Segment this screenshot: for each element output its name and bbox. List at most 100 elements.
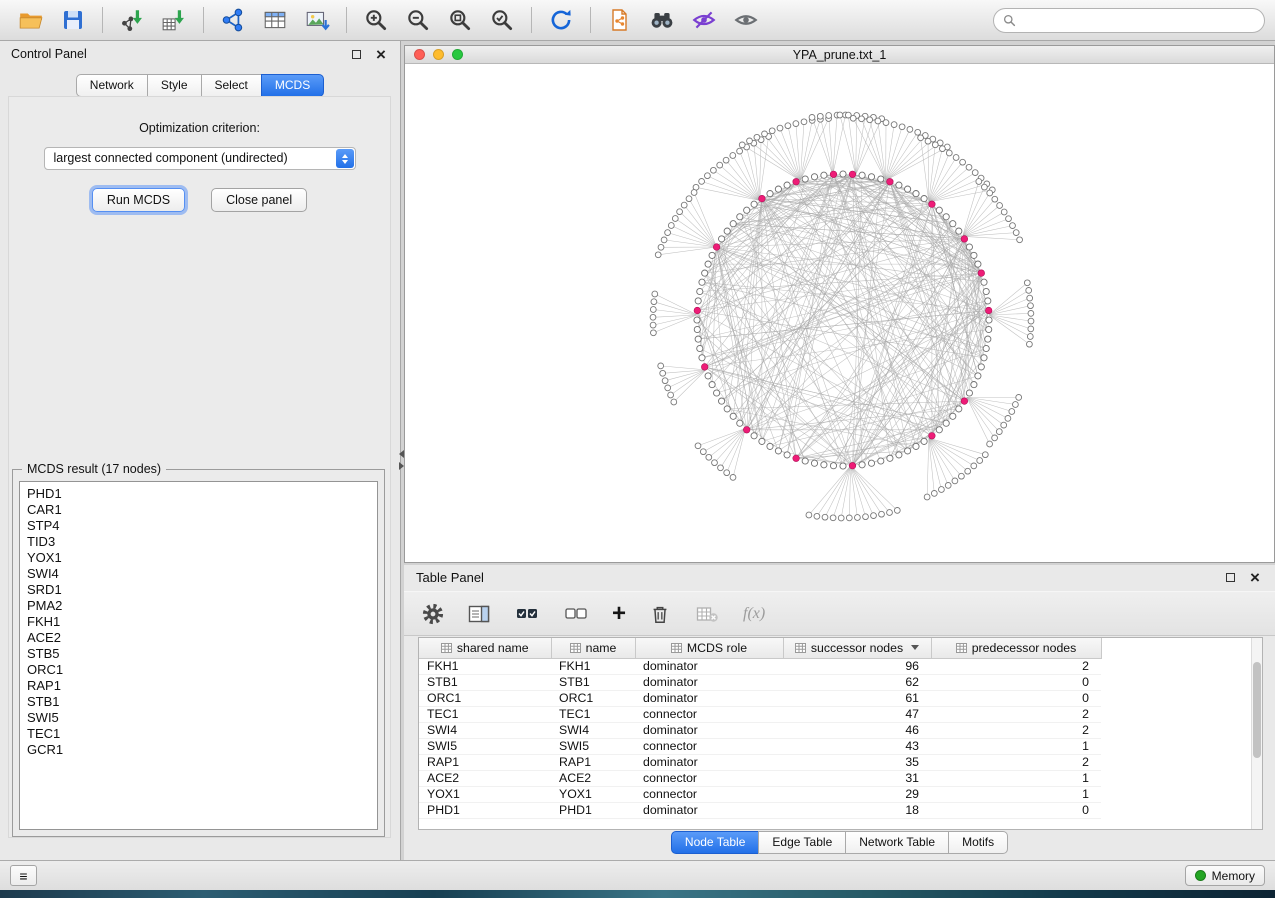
table-row[interactable]: TEC1 TEC1 connector 47 2 bbox=[419, 706, 1101, 722]
table-row[interactable]: SWI5 SWI5 connector 43 1 bbox=[419, 738, 1101, 754]
float-window-icon bbox=[352, 50, 361, 59]
search-network-button[interactable] bbox=[641, 4, 683, 36]
apply-layout-button[interactable] bbox=[540, 4, 582, 36]
create-column-button[interactable]: + bbox=[612, 604, 626, 624]
toolbar-separator bbox=[590, 7, 591, 33]
close-panel-button[interactable]: × bbox=[373, 46, 389, 62]
cell-name: FKH1 bbox=[551, 658, 635, 674]
tab-style[interactable]: Style bbox=[147, 74, 202, 97]
table-row[interactable]: RAP1 RAP1 dominator 35 2 bbox=[419, 754, 1101, 770]
cell-successor-nodes: 18 bbox=[783, 802, 931, 818]
window-close-button[interactable] bbox=[414, 49, 425, 60]
save-session-button[interactable] bbox=[52, 4, 94, 36]
zoom-in-button[interactable] bbox=[355, 4, 397, 36]
deselect-all-columns-button[interactable] bbox=[563, 602, 589, 626]
table-row[interactable]: PHD1 PHD1 dominator 18 0 bbox=[419, 802, 1101, 818]
mcds-result-node[interactable]: SWI5 bbox=[27, 710, 370, 726]
zoom-fit-button[interactable] bbox=[439, 4, 481, 36]
tab-select[interactable]: Select bbox=[201, 74, 262, 97]
tab-network[interactable]: Network bbox=[76, 74, 148, 97]
column-header-mcds-role[interactable]: MCDS role bbox=[635, 638, 783, 658]
export-image-button[interactable] bbox=[296, 4, 338, 36]
memory-button[interactable]: Memory bbox=[1185, 865, 1265, 886]
mcds-result-node[interactable]: ORC1 bbox=[27, 662, 370, 678]
network-window-title: YPA_prune.txt_1 bbox=[793, 48, 887, 62]
share-document-button[interactable] bbox=[599, 4, 641, 36]
delete-column-button[interactable] bbox=[649, 602, 671, 626]
cell-name: RAP1 bbox=[551, 754, 635, 770]
network-window-titlebar[interactable]: YPA_prune.txt_1 bbox=[405, 46, 1274, 64]
import-network-button[interactable] bbox=[111, 4, 153, 36]
cell-shared-name: FKH1 bbox=[419, 658, 551, 674]
table-scrollbar[interactable] bbox=[1251, 638, 1262, 829]
select-all-icon bbox=[514, 602, 540, 626]
search-input[interactable] bbox=[1022, 13, 1255, 27]
cell-successor-nodes: 46 bbox=[783, 722, 931, 738]
mcds-result-node[interactable]: STP4 bbox=[27, 518, 370, 534]
criterion-dropdown-value: largest connected component (undirected) bbox=[54, 151, 288, 165]
mcds-result-list[interactable]: PHD1CAR1STP4TID3YOX1SWI4SRD1PMA2FKH1ACE2… bbox=[19, 481, 378, 830]
zoom-out-button[interactable] bbox=[397, 4, 439, 36]
mcds-result-node[interactable]: FKH1 bbox=[27, 614, 370, 630]
hide-annotations-button[interactable] bbox=[683, 4, 725, 36]
new-table-button[interactable] bbox=[254, 4, 296, 36]
mcds-result-node[interactable]: RAP1 bbox=[27, 678, 370, 694]
table-row[interactable]: FKH1 FKH1 dominator 96 2 bbox=[419, 658, 1101, 674]
table-settings-button[interactable] bbox=[422, 603, 444, 625]
mcds-result-node[interactable]: SWI4 bbox=[27, 566, 370, 582]
show-columns-button[interactable] bbox=[467, 602, 491, 626]
float-panel-button[interactable] bbox=[348, 46, 364, 62]
mcds-result-node[interactable]: PHD1 bbox=[27, 486, 370, 502]
mcds-result-node[interactable]: STB5 bbox=[27, 646, 370, 662]
mcds-result-node[interactable]: YOX1 bbox=[27, 550, 370, 566]
table-row[interactable]: ACE2 ACE2 connector 31 1 bbox=[419, 770, 1101, 786]
cell-mcds-role: connector bbox=[635, 706, 783, 722]
close-table-panel-button[interactable]: × bbox=[1247, 569, 1263, 585]
column-header-successor-nodes[interactable]: successor nodes bbox=[783, 638, 931, 658]
new-network-button[interactable] bbox=[212, 4, 254, 36]
window-zoom-button[interactable] bbox=[452, 49, 463, 60]
window-minimize-button[interactable] bbox=[433, 49, 444, 60]
mcds-result-node[interactable]: PMA2 bbox=[27, 598, 370, 614]
mcds-result-node[interactable]: STB1 bbox=[27, 694, 370, 710]
show-panels-button[interactable]: ≡ bbox=[10, 865, 37, 886]
column-grid-icon bbox=[795, 643, 806, 653]
table-row[interactable]: YOX1 YOX1 connector 29 1 bbox=[419, 786, 1101, 802]
mcds-result-node[interactable]: CAR1 bbox=[27, 502, 370, 518]
mcds-tab-content: Optimization criterion: largest connecte… bbox=[8, 96, 391, 838]
import-table-button[interactable] bbox=[153, 4, 195, 36]
table-row[interactable]: SWI4 SWI4 dominator 46 2 bbox=[419, 722, 1101, 738]
trash-icon bbox=[649, 602, 671, 626]
show-graphics-details-button[interactable] bbox=[725, 4, 767, 36]
open-file-button[interactable] bbox=[10, 4, 52, 36]
column-header-name[interactable]: name bbox=[551, 638, 635, 658]
float-table-panel-button[interactable] bbox=[1222, 569, 1238, 585]
zoom-selected-button[interactable] bbox=[481, 4, 523, 36]
mcds-result-node[interactable]: GCR1 bbox=[27, 742, 370, 758]
share-document-icon bbox=[608, 8, 632, 32]
column-header-shared-name[interactable]: shared name bbox=[419, 638, 551, 658]
tab-edge-table[interactable]: Edge Table bbox=[758, 831, 846, 854]
dropdown-stepper-icon bbox=[336, 149, 354, 168]
mcds-result-node[interactable]: SRD1 bbox=[27, 582, 370, 598]
network-search-field[interactable] bbox=[993, 8, 1265, 33]
hamburger-icon: ≡ bbox=[19, 869, 27, 883]
close-panel-button-mcds[interactable]: Close panel bbox=[211, 188, 307, 212]
mcds-result-node[interactable]: TEC1 bbox=[27, 726, 370, 742]
mcds-result-node[interactable]: TID3 bbox=[27, 534, 370, 550]
scrollbar-thumb[interactable] bbox=[1253, 662, 1261, 758]
tab-mcds[interactable]: MCDS bbox=[261, 74, 324, 97]
select-all-columns-button[interactable] bbox=[514, 602, 540, 626]
mcds-result-node[interactable]: ACE2 bbox=[27, 630, 370, 646]
column-header-predecessor-nodes[interactable]: predecessor nodes bbox=[931, 638, 1101, 658]
criterion-dropdown[interactable]: largest connected component (undirected) bbox=[44, 147, 356, 170]
tab-motifs[interactable]: Motifs bbox=[948, 831, 1008, 854]
table-row[interactable]: ORC1 ORC1 dominator 61 0 bbox=[419, 690, 1101, 706]
apply-layout-refresh-icon bbox=[548, 7, 574, 33]
network-canvas[interactable] bbox=[405, 64, 1274, 562]
run-mcds-button[interactable]: Run MCDS bbox=[92, 188, 185, 212]
tab-network-table[interactable]: Network Table bbox=[845, 831, 949, 854]
cell-predecessor-nodes: 0 bbox=[931, 690, 1101, 706]
table-row[interactable]: STB1 STB1 dominator 62 0 bbox=[419, 674, 1101, 690]
tab-node-table[interactable]: Node Table bbox=[671, 831, 760, 854]
